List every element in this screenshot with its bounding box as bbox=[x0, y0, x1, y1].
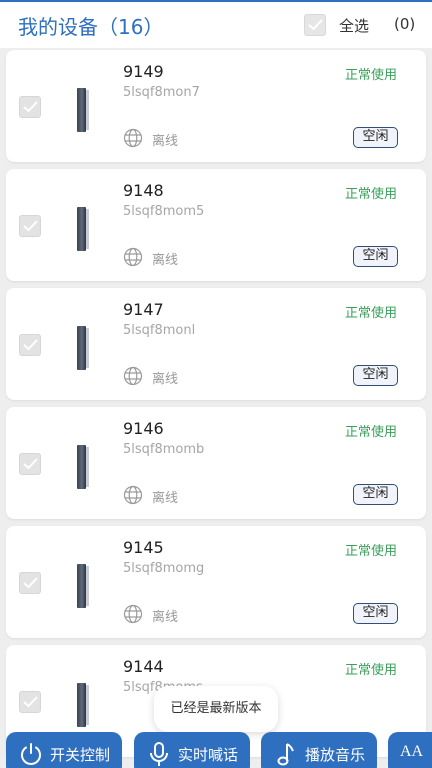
device-name: 9148 bbox=[123, 181, 164, 200]
check-icon bbox=[23, 696, 38, 708]
device-checkbox[interactable] bbox=[19, 334, 41, 356]
select-all-checkbox[interactable] bbox=[304, 14, 326, 36]
check-icon bbox=[23, 101, 38, 113]
check-icon bbox=[308, 19, 323, 31]
network-status: 离线 bbox=[152, 610, 179, 625]
globe-icon bbox=[123, 128, 143, 148]
state-badge: 空闲 bbox=[353, 246, 398, 267]
device-image bbox=[77, 88, 89, 132]
device-code: 5lsqf8mon7 bbox=[123, 85, 200, 100]
device-card[interactable]: 9146 5lsqf8momb 正常使用 离线 空闲 bbox=[6, 407, 426, 519]
check-icon bbox=[23, 458, 38, 470]
device-checkbox[interactable] bbox=[19, 215, 41, 237]
microphone-icon bbox=[150, 742, 168, 766]
device-code: 5lsqf8monl bbox=[123, 323, 196, 338]
device-name: 9145 bbox=[123, 538, 164, 557]
device-image bbox=[77, 207, 89, 251]
check-icon bbox=[23, 577, 38, 589]
device-checkbox[interactable] bbox=[19, 691, 41, 713]
device-status: 正常使用 bbox=[345, 68, 398, 83]
device-list: 9149 5lsqf8mon7 正常使用 离线 空闲 9148 5lsqf8mo… bbox=[0, 48, 432, 768]
globe-icon bbox=[123, 247, 143, 267]
font-size-icon: AA bbox=[400, 743, 424, 760]
device-image bbox=[77, 445, 89, 489]
device-name: 9146 bbox=[123, 419, 164, 438]
state-badge: 空闲 bbox=[353, 603, 398, 624]
state-badge: 空闲 bbox=[353, 365, 398, 386]
device-checkbox[interactable] bbox=[19, 96, 41, 118]
network-status: 离线 bbox=[152, 491, 179, 506]
globe-icon bbox=[123, 485, 143, 505]
globe-icon bbox=[123, 604, 143, 624]
device-checkbox[interactable] bbox=[19, 572, 41, 594]
globe-icon bbox=[123, 366, 143, 386]
network-status: 离线 bbox=[152, 134, 179, 149]
font-size-button[interactable]: AA bbox=[388, 732, 432, 768]
top-accent-line bbox=[0, 0, 432, 2]
device-card[interactable]: 9148 5lsqf8mom5 正常使用 离线 空闲 bbox=[6, 169, 426, 281]
power-control-label: 开关控制 bbox=[50, 746, 111, 764]
device-code: 5lsqf8momg bbox=[123, 561, 205, 576]
device-image bbox=[77, 326, 89, 370]
check-icon bbox=[23, 339, 38, 351]
action-bar: 开关控制 实时喊话 播放音乐 AA bbox=[0, 714, 432, 768]
header-bar: 我的设备（16） 全选 (0) bbox=[0, 0, 432, 48]
play-music-button[interactable]: 播放音乐 bbox=[261, 732, 377, 768]
network-status: 离线 bbox=[152, 253, 179, 268]
play-music-label: 播放音乐 bbox=[305, 746, 366, 764]
device-card[interactable]: 9147 5lsqf8monl 正常使用 离线 空闲 bbox=[6, 288, 426, 400]
device-code: 5lsqf8momb bbox=[123, 442, 205, 457]
live-talk-button[interactable]: 实时喊话 bbox=[134, 732, 250, 768]
check-icon bbox=[23, 220, 38, 232]
device-status: 正常使用 bbox=[345, 306, 398, 321]
device-name: 9144 bbox=[123, 657, 164, 676]
select-all-label[interactable]: 全选 bbox=[339, 15, 369, 36]
device-name: 9147 bbox=[123, 300, 164, 319]
device-card[interactable]: 9149 5lsqf8mon7 正常使用 离线 空闲 bbox=[6, 50, 426, 162]
network-status: 离线 bbox=[152, 372, 179, 387]
power-control-button[interactable]: 开关控制 bbox=[6, 732, 122, 768]
state-badge: 空闲 bbox=[353, 484, 398, 505]
device-status: 正常使用 bbox=[345, 187, 398, 202]
device-card[interactable]: 9145 5lsqf8momg 正常使用 离线 空闲 bbox=[6, 526, 426, 638]
page-title: 我的设备（16） bbox=[18, 15, 164, 39]
device-status: 正常使用 bbox=[345, 663, 398, 678]
device-status: 正常使用 bbox=[345, 544, 398, 559]
device-name: 9149 bbox=[123, 62, 164, 81]
device-code: 5lsqf8mom5 bbox=[123, 204, 205, 219]
music-note-icon bbox=[277, 743, 294, 766]
power-icon bbox=[21, 743, 41, 765]
device-image bbox=[77, 564, 89, 608]
live-talk-label: 实时喊话 bbox=[178, 746, 239, 764]
device-status: 正常使用 bbox=[345, 425, 398, 440]
device-checkbox[interactable] bbox=[19, 453, 41, 475]
selected-count: (0) bbox=[394, 15, 416, 33]
state-badge: 空闲 bbox=[353, 127, 398, 148]
